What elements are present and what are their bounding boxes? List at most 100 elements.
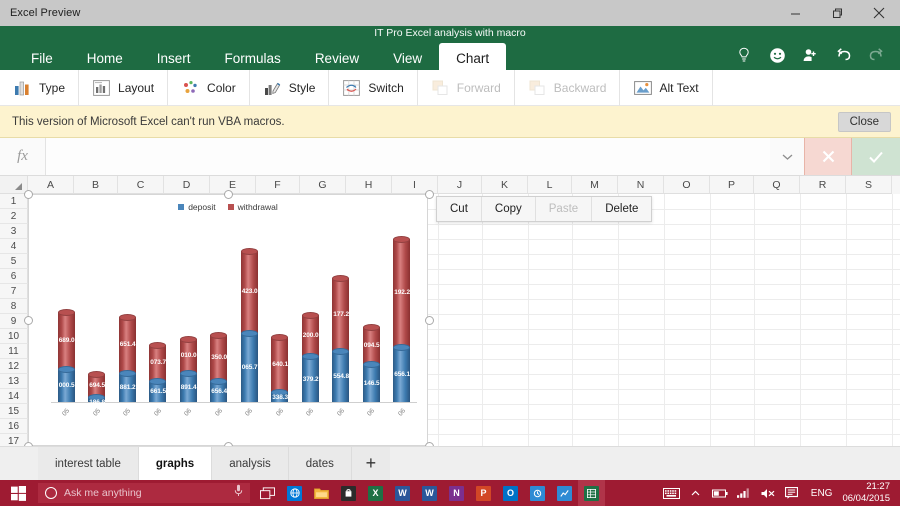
row-header-15[interactable]: 15: [0, 404, 28, 419]
row-header-3[interactable]: 3: [0, 224, 28, 239]
column-header-H[interactable]: H: [346, 176, 392, 194]
app-blue-two-icon[interactable]: [551, 480, 578, 506]
stacked-cylinder[interactable]: 010.0 891.4: [179, 335, 197, 403]
restore-icon[interactable]: [816, 0, 858, 26]
bar-segment-deposit[interactable]: 146.5: [362, 360, 380, 403]
action-center-icon[interactable]: [780, 480, 804, 506]
column-header-S[interactable]: S: [846, 176, 892, 194]
clock[interactable]: 21:27 06/04/2015: [839, 481, 894, 505]
column-header-N[interactable]: N: [618, 176, 664, 194]
column-header-K[interactable]: K: [482, 176, 528, 194]
column-header-E[interactable]: E: [210, 176, 256, 194]
network-signal-icon[interactable]: [732, 480, 756, 506]
context-menu-item-delete[interactable]: Delete: [592, 197, 652, 221]
powerpoint-icon[interactable]: P: [470, 480, 497, 506]
stacked-cylinder[interactable]: 200.0 379.2: [301, 311, 319, 403]
ribbon-button-layout[interactable]: Layout: [79, 69, 169, 106]
search-input[interactable]: Ask me anything: [64, 487, 227, 499]
show-hidden-icons-icon[interactable]: [684, 480, 708, 506]
column-header-P[interactable]: P: [710, 176, 754, 194]
sheet-tab-analysis[interactable]: analysis: [212, 447, 289, 480]
column-header-G[interactable]: G: [300, 176, 346, 194]
store-icon[interactable]: [335, 480, 362, 506]
bar-segment-deposit[interactable]: 656.1: [393, 343, 411, 403]
excel-active-icon[interactable]: [578, 480, 605, 506]
bar-segment-withdrawal[interactable]: 350.0: [210, 331, 228, 381]
file-explorer-icon[interactable]: [308, 480, 335, 506]
chart-bar-group[interactable]: 640.1 338.3: [265, 225, 296, 403]
chart-bar-group[interactable]: 689.0 000.5: [51, 225, 82, 403]
bar-segment-deposit[interactable]: 186.8: [88, 393, 106, 406]
column-header-O[interactable]: O: [664, 176, 710, 194]
task-view-icon[interactable]: [254, 480, 281, 506]
stacked-cylinder[interactable]: 640.1 338.3: [271, 333, 289, 403]
column-header-R[interactable]: R: [800, 176, 846, 194]
tell-me-lightbulb-icon[interactable]: [734, 44, 754, 66]
chart-bar-group[interactable]: 094.5 146.5: [356, 225, 387, 403]
column-header-M[interactable]: M: [572, 176, 618, 194]
row-header-10[interactable]: 10: [0, 329, 28, 344]
column-header-D[interactable]: D: [164, 176, 210, 194]
bar-segment-withdrawal[interactable]: 094.5: [362, 323, 380, 364]
resize-handle-middle-right[interactable]: [425, 316, 434, 325]
chart-bar-group[interactable]: 350.0 656.4: [204, 225, 235, 403]
formula-input[interactable]: [46, 138, 770, 175]
context-menu-item-cut[interactable]: Cut: [437, 197, 482, 221]
chart-bar-group[interactable]: 694.5 186.8: [82, 225, 113, 406]
sheet-tab-graphs[interactable]: graphs: [138, 447, 213, 480]
chart-bar-group[interactable]: 200.0 379.2: [295, 225, 326, 403]
bar-segment-withdrawal[interactable]: 192.2: [393, 235, 411, 347]
word-doc-icon[interactable]: W: [416, 480, 443, 506]
row-header-11[interactable]: 11: [0, 344, 28, 359]
stacked-cylinder[interactable]: 094.5 146.5: [362, 323, 380, 403]
share-person-icon[interactable]: [800, 44, 820, 66]
ribbon-button-type[interactable]: Type: [0, 69, 80, 106]
smiley-feedback-icon[interactable]: [767, 44, 787, 66]
column-header-F[interactable]: F: [256, 176, 300, 194]
column-header-C[interactable]: C: [118, 176, 164, 194]
redo-icon[interactable]: [866, 44, 886, 66]
ribbon-button-style[interactable]: Style: [250, 69, 330, 106]
volume-muted-icon[interactable]: [756, 480, 780, 506]
column-header-B[interactable]: B: [74, 176, 118, 194]
stacked-cylinder[interactable]: 423.0 065.7: [240, 247, 258, 403]
resize-handle-top-center[interactable]: [224, 190, 233, 199]
microphone-icon[interactable]: [234, 484, 243, 502]
language-indicator[interactable]: ENG: [804, 488, 840, 499]
column-header-L[interactable]: L: [528, 176, 572, 194]
chart-object[interactable]: deposit withdrawal 689.0 000.5 694.5 186.8 65…: [24, 190, 434, 451]
stacked-cylinder[interactable]: 192.2 656.1: [393, 235, 411, 403]
bar-segment-withdrawal[interactable]: 200.0: [301, 311, 319, 356]
bar-segment-deposit[interactable]: 000.5: [57, 365, 75, 403]
bar-segment-withdrawal[interactable]: 177.2: [332, 274, 350, 351]
row-header-12[interactable]: 12: [0, 359, 28, 374]
resize-handle-top-left[interactable]: [24, 190, 33, 199]
bar-segment-deposit[interactable]: 065.7: [240, 329, 258, 403]
column-header-A[interactable]: A: [28, 176, 74, 194]
bar-segment-withdrawal[interactable]: 640.1: [271, 333, 289, 392]
ribbon-button-alt-text[interactable]: Alt Text: [620, 69, 713, 106]
stacked-cylinder[interactable]: 694.5 186.8: [88, 370, 106, 406]
row-header-14[interactable]: 14: [0, 389, 28, 404]
stacked-cylinder[interactable]: 177.2 554.8: [332, 274, 350, 403]
outlook-icon[interactable]: O: [497, 480, 524, 506]
bar-segment-deposit[interactable]: 881.2: [118, 369, 136, 403]
row-header-2[interactable]: 2: [0, 209, 28, 224]
ribbon-button-color[interactable]: Color: [168, 69, 250, 106]
close-icon[interactable]: [858, 0, 900, 26]
column-header-J[interactable]: J: [438, 176, 482, 194]
stacked-cylinder[interactable]: 073.7 661.5: [149, 341, 167, 403]
stacked-cylinder[interactable]: 689.0 000.5: [57, 308, 75, 403]
stacked-cylinder[interactable]: 350.0 656.4: [210, 331, 228, 403]
add-sheet-button[interactable]: +: [351, 447, 390, 480]
column-header-Q[interactable]: Q: [754, 176, 800, 194]
onenote-icon[interactable]: N: [443, 480, 470, 506]
chart-bar-group[interactable]: 073.7 661.5: [143, 225, 174, 403]
chevron-down-icon[interactable]: [770, 138, 804, 175]
bar-segment-deposit[interactable]: 661.5: [149, 377, 167, 403]
bar-segment-deposit[interactable]: 554.8: [332, 347, 350, 403]
excel-icon[interactable]: X: [362, 480, 389, 506]
row-header-16[interactable]: 16: [0, 419, 28, 434]
edge-browser-icon[interactable]: [281, 480, 308, 506]
sheet-tab-interest-table[interactable]: interest table: [38, 447, 139, 480]
